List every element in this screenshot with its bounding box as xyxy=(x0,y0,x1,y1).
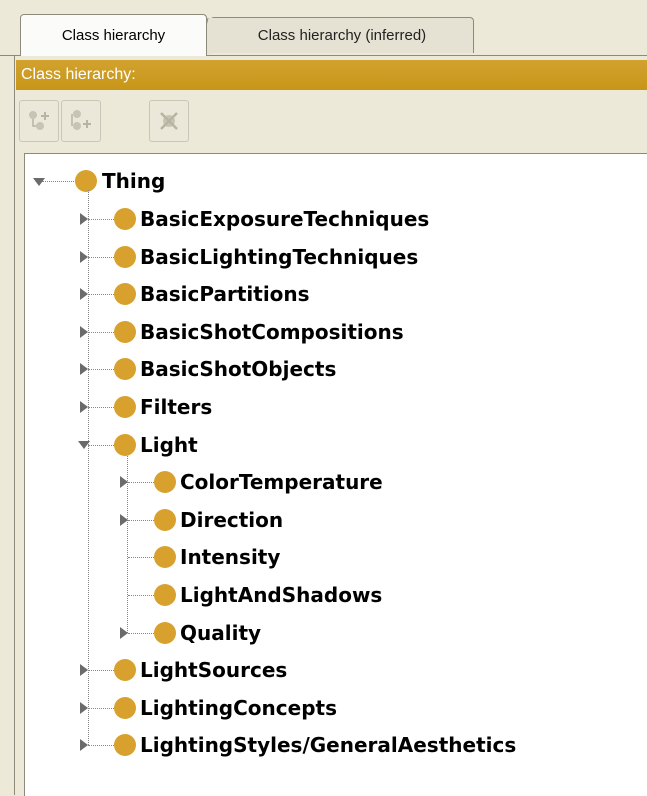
tree-node-thing[interactable]: Thing xyxy=(25,162,625,200)
tree-node-basiclightingtechniques[interactable]: BasicLightingTechniques xyxy=(25,238,625,276)
class-node-icon xyxy=(154,584,176,606)
class-node-icon xyxy=(114,208,136,230)
tree-node-basicshotobjects[interactable]: BasicShotObjects xyxy=(25,350,625,388)
class-node-icon xyxy=(154,471,176,494)
tree-connector xyxy=(88,407,116,408)
tree-node-basicshotcompositions[interactable]: BasicShotCompositions xyxy=(25,313,625,351)
tree-node-label: LightSources xyxy=(140,658,288,683)
class-node-icon xyxy=(154,621,176,644)
class-node-icon xyxy=(114,396,136,418)
tree-node-intensity[interactable]: Intensity xyxy=(25,538,625,576)
tree-node-colortemperature[interactable]: ColorTemperature xyxy=(25,463,625,501)
tree-node-label: LightingConcepts xyxy=(140,695,337,720)
tree-node-label: BasicShotObjects xyxy=(140,357,337,382)
tree-node-label: Filters xyxy=(140,395,213,419)
tab-label: Class hierarchy xyxy=(61,27,166,44)
tree-connector xyxy=(42,181,76,182)
class-node-icon xyxy=(75,170,97,192)
tree-connector xyxy=(88,444,116,446)
tree-node-label: Intensity xyxy=(180,545,281,570)
tree-connector xyxy=(88,707,116,709)
tree-node-lightandshadows[interactable]: LightAndShadows xyxy=(25,576,625,614)
class-node-icon xyxy=(114,358,136,381)
class-node-icon xyxy=(114,734,136,757)
add-subclass-icon xyxy=(26,108,52,134)
tree-node-basicexposuretechniques[interactable]: BasicExposureTechniques xyxy=(25,200,625,238)
add-sibling-class-button[interactable] xyxy=(61,100,101,142)
tree-connector xyxy=(128,482,156,484)
add-sibling-class-icon xyxy=(68,108,94,134)
tree-node-label: Light xyxy=(140,432,198,457)
tab-bar: Class hierarchy Class hierarchy (inferre… xyxy=(0,0,647,56)
tree-connector xyxy=(88,256,116,258)
tree-node-label: LightingStyles/GeneralAesthetics xyxy=(140,733,517,758)
tree-node-label: LightAndShadows xyxy=(180,583,383,607)
class-node-icon xyxy=(114,320,136,343)
tree-connector xyxy=(88,331,116,333)
class-tree[interactable]: Thing BasicExposureTechniques BasicLighti… xyxy=(24,153,647,796)
tree-node-label: BasicPartitions xyxy=(140,282,310,307)
tab-label: Class hierarchy (inferred) xyxy=(257,27,427,44)
class-node-icon xyxy=(154,546,176,569)
tree-node-direction[interactable]: Direction xyxy=(25,501,625,539)
tree-node-label: BasicExposureTechniques xyxy=(140,207,430,231)
tree-node-label: BasicShotCompositions xyxy=(140,319,404,344)
class-node-icon xyxy=(114,245,136,268)
tree-node-quality[interactable]: Quality xyxy=(25,614,625,652)
toolbar xyxy=(16,92,647,152)
tree-node-label: Quality xyxy=(180,620,262,645)
collapse-triangle-icon[interactable] xyxy=(32,175,46,189)
tree-connector xyxy=(128,632,156,634)
panel-header: Class hierarchy: xyxy=(16,60,647,90)
add-subclass-button[interactable] xyxy=(19,100,59,142)
tab-class-hierarchy-inferred[interactable]: Class hierarchy (inferred) xyxy=(210,17,474,53)
tree-node-label: Direction xyxy=(180,507,284,532)
tree-node-label: ColorTemperature xyxy=(180,470,383,495)
tree-node-basicpartitions[interactable]: BasicPartitions xyxy=(25,275,625,313)
tree-node-light[interactable]: Light xyxy=(25,426,625,464)
tree-node-label: BasicLightingTechniques xyxy=(140,244,419,269)
tree-connector xyxy=(88,219,116,220)
tree-connector xyxy=(128,557,156,559)
tree-node-filters[interactable]: Filters xyxy=(25,388,625,426)
class-node-icon xyxy=(114,696,136,719)
tab-class-hierarchy[interactable]: Class hierarchy xyxy=(20,14,207,56)
class-node-icon xyxy=(114,433,136,456)
tree-connector xyxy=(88,294,116,296)
tree-node-lightingconcepts[interactable]: LightingConcepts xyxy=(25,689,625,727)
class-node-icon xyxy=(114,283,136,306)
tree-connector xyxy=(128,519,156,521)
class-node-icon xyxy=(154,508,176,531)
class-node-icon xyxy=(114,659,136,682)
tree-node-lightingstyles-generalaesthetics[interactable]: LightingStyles/GeneralAesthetics xyxy=(25,726,625,764)
tree-node-label: Thing xyxy=(102,169,166,193)
tree-node-lightsources[interactable]: LightSources xyxy=(25,651,625,689)
panel-title: Class hierarchy: xyxy=(21,66,136,83)
delete-class-icon xyxy=(156,108,182,134)
tree-connector xyxy=(88,670,116,672)
delete-class-button[interactable] xyxy=(149,100,189,142)
tree-connector xyxy=(128,595,156,596)
tree-connector xyxy=(88,369,116,371)
tree-connector xyxy=(88,745,116,747)
